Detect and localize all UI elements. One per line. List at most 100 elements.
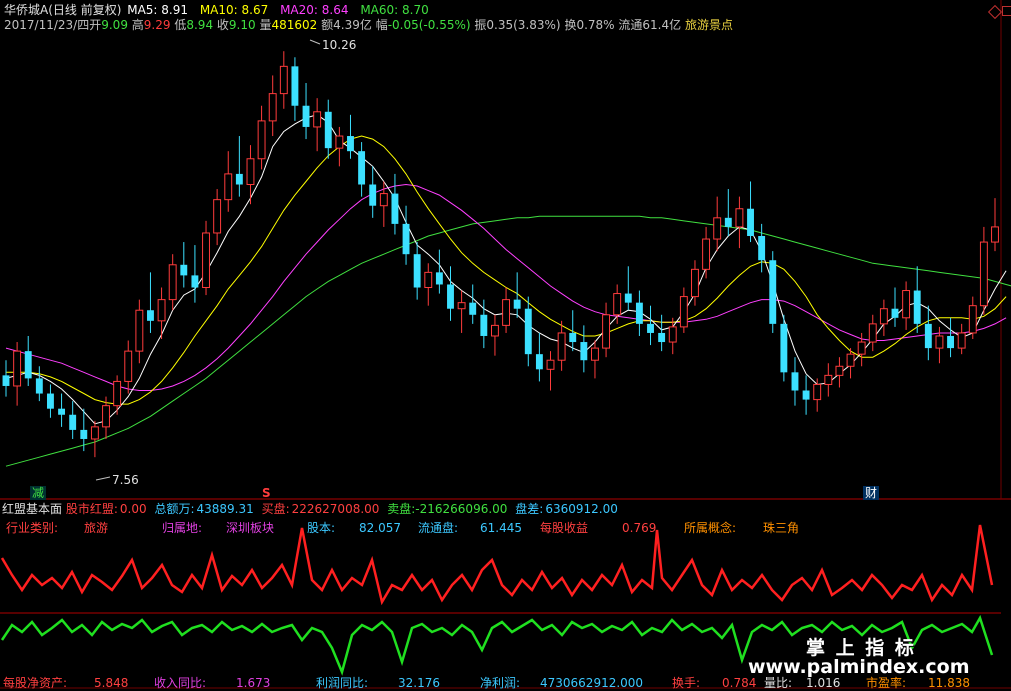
- open-value: 9.09: [101, 18, 128, 32]
- candle-body-up: [102, 405, 110, 428]
- candle-body-down: [802, 390, 810, 400]
- indicator-item5-value: 6360912.00: [545, 502, 618, 516]
- volume-label: 量: [259, 18, 272, 32]
- candle-body-up: [379, 193, 388, 207]
- nav-value: 5.848: [94, 676, 129, 690]
- candle-body-down: [24, 351, 32, 379]
- region-value: 深圳板块: [226, 521, 275, 535]
- close-label: 收: [216, 18, 229, 32]
- amplitude-text: 振0.35(3.83%): [474, 18, 561, 32]
- candle-body-up: [335, 135, 344, 149]
- high-label: 高: [131, 18, 144, 32]
- ma20-label: MA20: 8.64: [280, 3, 349, 17]
- candle-body-up: [968, 305, 977, 334]
- profit-growth-label: 利润同比:: [316, 676, 369, 690]
- eps-value: 0.769: [622, 521, 657, 535]
- high-value: 9.29: [143, 18, 171, 32]
- ma10-label: MA10: 8.67: [199, 3, 269, 17]
- candle-body-down: [524, 308, 532, 355]
- candle-body-up: [957, 332, 966, 349]
- candle-body-down: [147, 310, 154, 321]
- event-finance-marker[interactable]: 财: [863, 486, 880, 500]
- indicator-item5-label: 盘差:: [515, 502, 544, 516]
- candle-body-up: [979, 241, 988, 307]
- candle-body-down: [535, 354, 543, 370]
- indicator-item4-value: -216266096.00: [415, 502, 508, 516]
- ma5-label: MA5: 8.91: [127, 3, 188, 17]
- indicator-item3-label: 买盘:: [261, 502, 290, 516]
- candle-body-down: [447, 284, 454, 309]
- candle-body-down: [947, 335, 954, 349]
- candle-body-down: [758, 236, 766, 261]
- candle-body-down: [235, 173, 243, 185]
- candle-body-down: [47, 393, 54, 409]
- candle-body-down: [58, 408, 66, 415]
- candle-body-down: [302, 105, 310, 127]
- industry-label: 行业类别:: [6, 521, 59, 535]
- min-price-label: 7.56: [112, 473, 139, 487]
- candle-body-up: [602, 314, 611, 349]
- candle-body-up: [824, 374, 833, 385]
- maximize-icon[interactable]: [1002, 6, 1011, 16]
- pe-label: 市盈率:: [866, 676, 907, 690]
- event-reduce-marker[interactable]: 减: [30, 486, 47, 500]
- float-value: 61.445: [480, 521, 522, 535]
- candle-body-down: [769, 260, 777, 324]
- indicator-item3-value: 222627008.00: [291, 502, 380, 516]
- candle-body-down: [780, 323, 788, 373]
- shares-value: 82.057: [359, 521, 401, 535]
- candle-body-up: [502, 299, 511, 326]
- candle-body-down: [580, 342, 588, 361]
- candle-body-up: [879, 308, 888, 325]
- candlestick-chart[interactable]: [0, 0, 1011, 691]
- candle-body-down: [891, 308, 899, 318]
- chart-title: 华侨城A(日线 前复权): [4, 3, 122, 17]
- candle-body-up: [557, 332, 566, 361]
- float-cap-text: 流通61.4亿: [618, 18, 682, 32]
- candle-body-up: [279, 65, 288, 95]
- candle-body-up: [691, 268, 699, 298]
- candle[interactable]: [769, 251, 777, 333]
- float-label: 流通盘:: [418, 521, 459, 535]
- concept-text: 旅游景点: [684, 18, 733, 32]
- open-label: 开: [89, 18, 102, 32]
- candle[interactable]: [780, 314, 788, 382]
- candle-body-up: [313, 111, 322, 128]
- candle-body-down: [391, 193, 399, 224]
- candle-body-down: [69, 414, 77, 430]
- concept-label: 所属概念:: [684, 521, 737, 535]
- candle-body-down: [347, 136, 354, 152]
- candle-body-up: [90, 426, 99, 440]
- candle-body-down: [413, 254, 421, 288]
- candle-body-down: [2, 375, 10, 386]
- candle-body-up: [213, 199, 222, 234]
- candle-body-up: [424, 271, 433, 289]
- industry-value: 旅游: [84, 521, 109, 535]
- candle-body-down: [747, 208, 754, 237]
- candle-body-up: [857, 341, 866, 355]
- candle-body-down: [35, 378, 43, 394]
- candle-body-up: [991, 226, 999, 243]
- turnover-label: 换手:: [672, 676, 701, 690]
- candle-body-up: [735, 208, 744, 228]
- profit-growth-value: 32.176: [398, 676, 440, 690]
- candle-body-up: [268, 93, 277, 122]
- shares-label: 股本:: [307, 521, 336, 535]
- watermark-url: www.palmindex.com: [748, 656, 970, 678]
- candle-body-up: [224, 173, 233, 201]
- concept-value: 珠三角: [763, 521, 800, 535]
- candle-body-down: [569, 332, 577, 343]
- candle-body-up: [679, 296, 688, 328]
- candle-body-down: [924, 323, 932, 349]
- candle-body-up: [835, 365, 844, 376]
- low-label: 低: [174, 18, 187, 32]
- candle-body-up: [846, 353, 855, 367]
- candle-body-up: [813, 383, 822, 401]
- turnover-text: 换0.78%: [564, 18, 615, 32]
- event-s-marker[interactable]: S: [262, 486, 271, 500]
- candle-body-down: [469, 302, 477, 315]
- turnover-value: 0.784: [722, 676, 757, 690]
- indicator-name[interactable]: 红盟基本面: [2, 502, 62, 516]
- region-label: 归属地:: [162, 521, 203, 535]
- candle-body-up: [935, 335, 944, 349]
